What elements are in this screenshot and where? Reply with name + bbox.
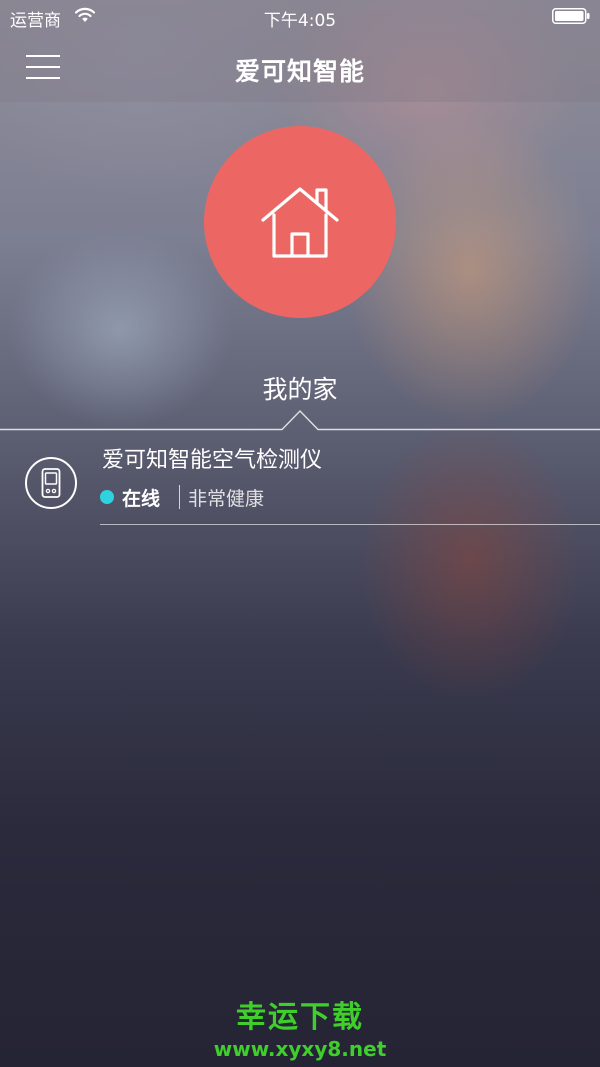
- home-name: 我的家: [262, 375, 338, 404]
- status-separator: [179, 485, 180, 509]
- status-time: 下午4:05: [263, 11, 337, 31]
- device-item-divider: [100, 524, 600, 525]
- watermark: 幸运下载 www.xyxy8.net: [0, 1000, 600, 1062]
- battery-icon: [552, 8, 590, 24]
- home-divider: [0, 409, 600, 431]
- home-button[interactable]: [204, 126, 396, 318]
- online-status-dot: [100, 490, 114, 504]
- online-status-text: 在线: [122, 488, 161, 510]
- device-name: 爱可知智能空气检测仪: [102, 448, 323, 473]
- air-monitor-device-icon: [25, 457, 77, 509]
- page-title: 爱可知智能: [234, 57, 365, 86]
- house-icon: [261, 187, 339, 258]
- device-list-item[interactable]: 爱可知智能空气检测仪 在线 非常健康: [0, 436, 600, 528]
- watermark-title: 幸运下载: [236, 1000, 364, 1035]
- air-quality-text: 非常健康: [188, 488, 265, 510]
- watermark-url: www.xyxy8.net: [213, 1037, 387, 1061]
- status-bar: 运营商 下午4:05: [0, 0, 600, 34]
